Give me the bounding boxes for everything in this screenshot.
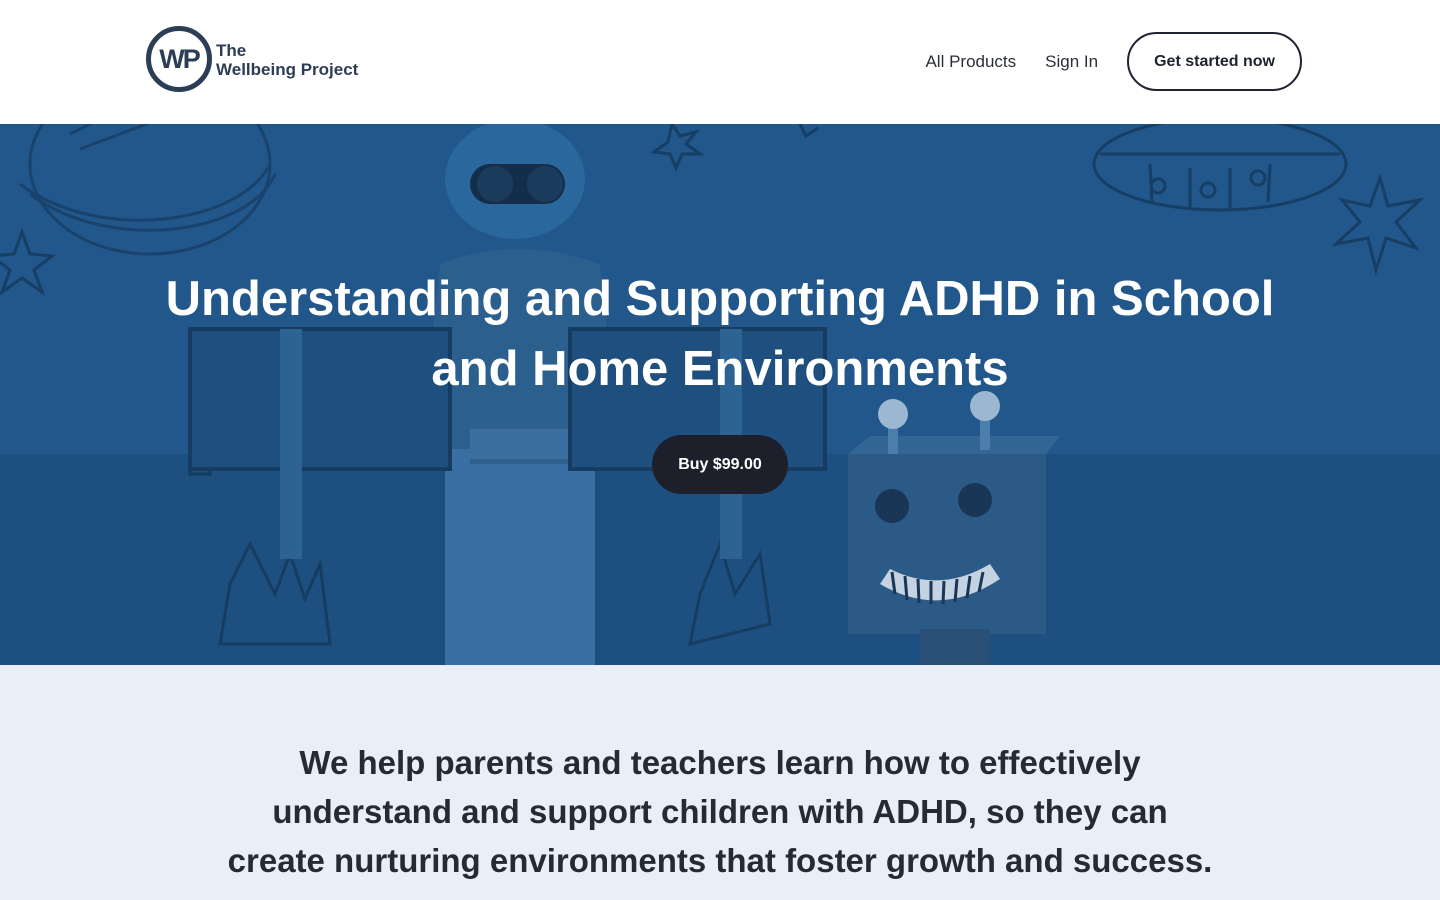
hero-title-line-1: Understanding and Supporting ADHD in Sch… — [165, 272, 1275, 326]
site-header: WP The Wellbeing Project All Products Si… — [0, 0, 1440, 124]
logo-mark: WP — [146, 26, 212, 92]
intro-line-3: create nurturing environments that foste… — [227, 842, 1213, 879]
logo-line-2: Wellbeing Project — [216, 60, 359, 79]
logo[interactable]: WP The Wellbeing Project — [146, 26, 358, 92]
hero-section: Understanding and Supporting ADHD in Sch… — [0, 124, 1440, 665]
logo-line-1: The — [216, 41, 247, 60]
main-nav: All Products Sign In Get started now — [925, 32, 1302, 91]
intro-text: We help parents and teachers learn how t… — [220, 738, 1220, 885]
buy-button[interactable]: Buy $99.00 — [652, 435, 788, 494]
hero-title: Understanding and Supporting ADHD in Sch… — [0, 264, 1440, 404]
nav-all-products[interactable]: All Products — [925, 52, 1016, 72]
nav-sign-in[interactable]: Sign In — [1045, 52, 1098, 72]
hero-title-line-2: and Home Environments — [431, 342, 1009, 396]
logo-text: The Wellbeing Project — [216, 41, 358, 79]
intro-line-1: We help parents and teachers learn how t… — [299, 744, 1141, 781]
intro-section: We help parents and teachers learn how t… — [0, 665, 1440, 900]
get-started-button[interactable]: Get started now — [1127, 32, 1302, 91]
intro-line-2: understand and support children with ADH… — [272, 793, 1168, 830]
